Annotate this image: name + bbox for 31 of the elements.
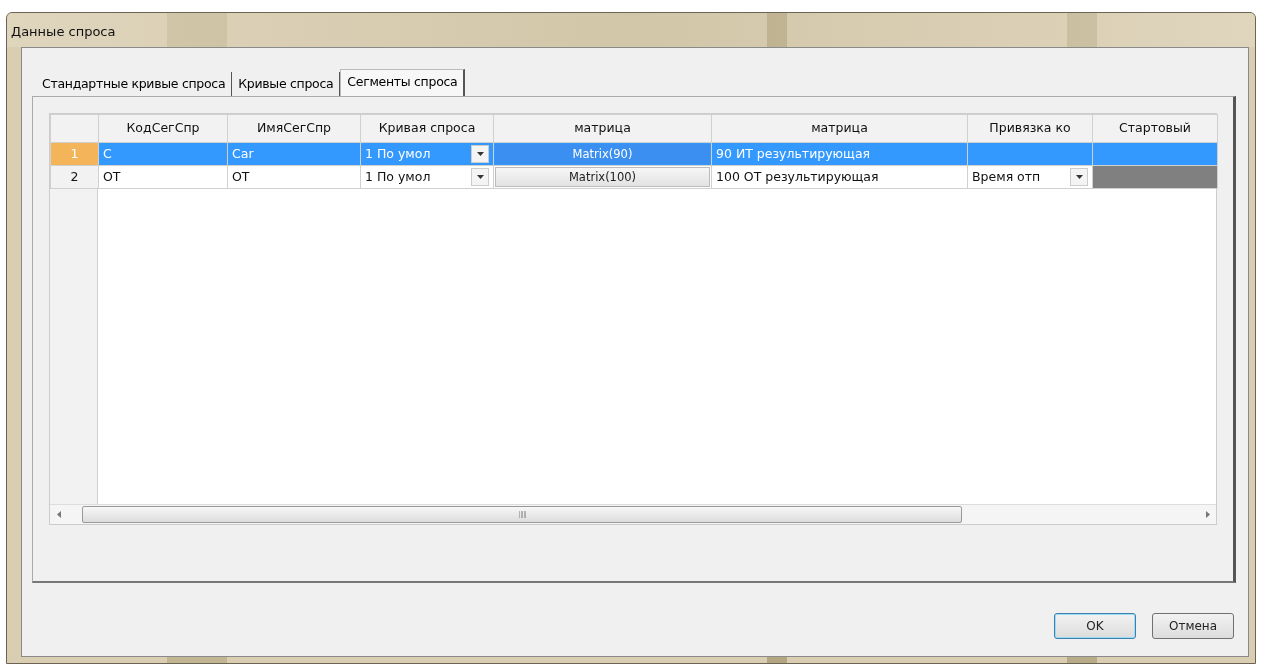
column-header: Привязка ко [967, 114, 1093, 143]
table-cell: Car [227, 142, 361, 166]
scrollbar-thumb[interactable] [82, 506, 962, 523]
window-title: Данные спроса [11, 24, 116, 39]
table-cell: OT [98, 165, 228, 189]
tab[interactable]: Стандартные кривые спроса [36, 72, 233, 96]
scroll-right-icon[interactable] [1204, 511, 1210, 518]
dropdown-arrow-icon[interactable] [476, 152, 484, 156]
dropdown-cell[interactable]: 1 По умол [360, 165, 494, 189]
dropdown-cell[interactable]: Время отп [967, 165, 1093, 189]
column-header: матрица [493, 114, 712, 143]
ok-button[interactable]: OK [1054, 613, 1136, 639]
scroll-left-icon[interactable] [56, 511, 62, 518]
horizontal-scrollbar[interactable] [50, 504, 1216, 524]
column-header: КодСегСпр [98, 114, 228, 143]
dropdown-arrow-icon[interactable] [476, 175, 484, 179]
column-header: Стартовый [1092, 114, 1218, 143]
dropdown-arrow-icon[interactable] [1075, 175, 1083, 179]
table-cell: C [98, 142, 228, 166]
table-cell: 90 ИТ результирующая [711, 142, 968, 166]
table-cell: OT [227, 165, 361, 189]
table-row[interactable]: 2 OT OT 1 По умол Matrix(100) 100 OT результирующая Время отп [50, 165, 1218, 189]
matrix-button[interactable]: Matrix(100) [495, 167, 710, 187]
table-cell: 100 OT результирующая [711, 165, 968, 189]
cancel-button[interactable]: Отмена [1152, 613, 1234, 639]
row-number: 2 [50, 165, 99, 189]
column-header: ИмяСегСпр [227, 114, 361, 143]
tab[interactable]: Сегменты спроса [340, 69, 466, 96]
column-header: Кривая спроса [360, 114, 494, 143]
column-header: матрица [711, 114, 968, 143]
row-number: 1 [50, 142, 99, 166]
